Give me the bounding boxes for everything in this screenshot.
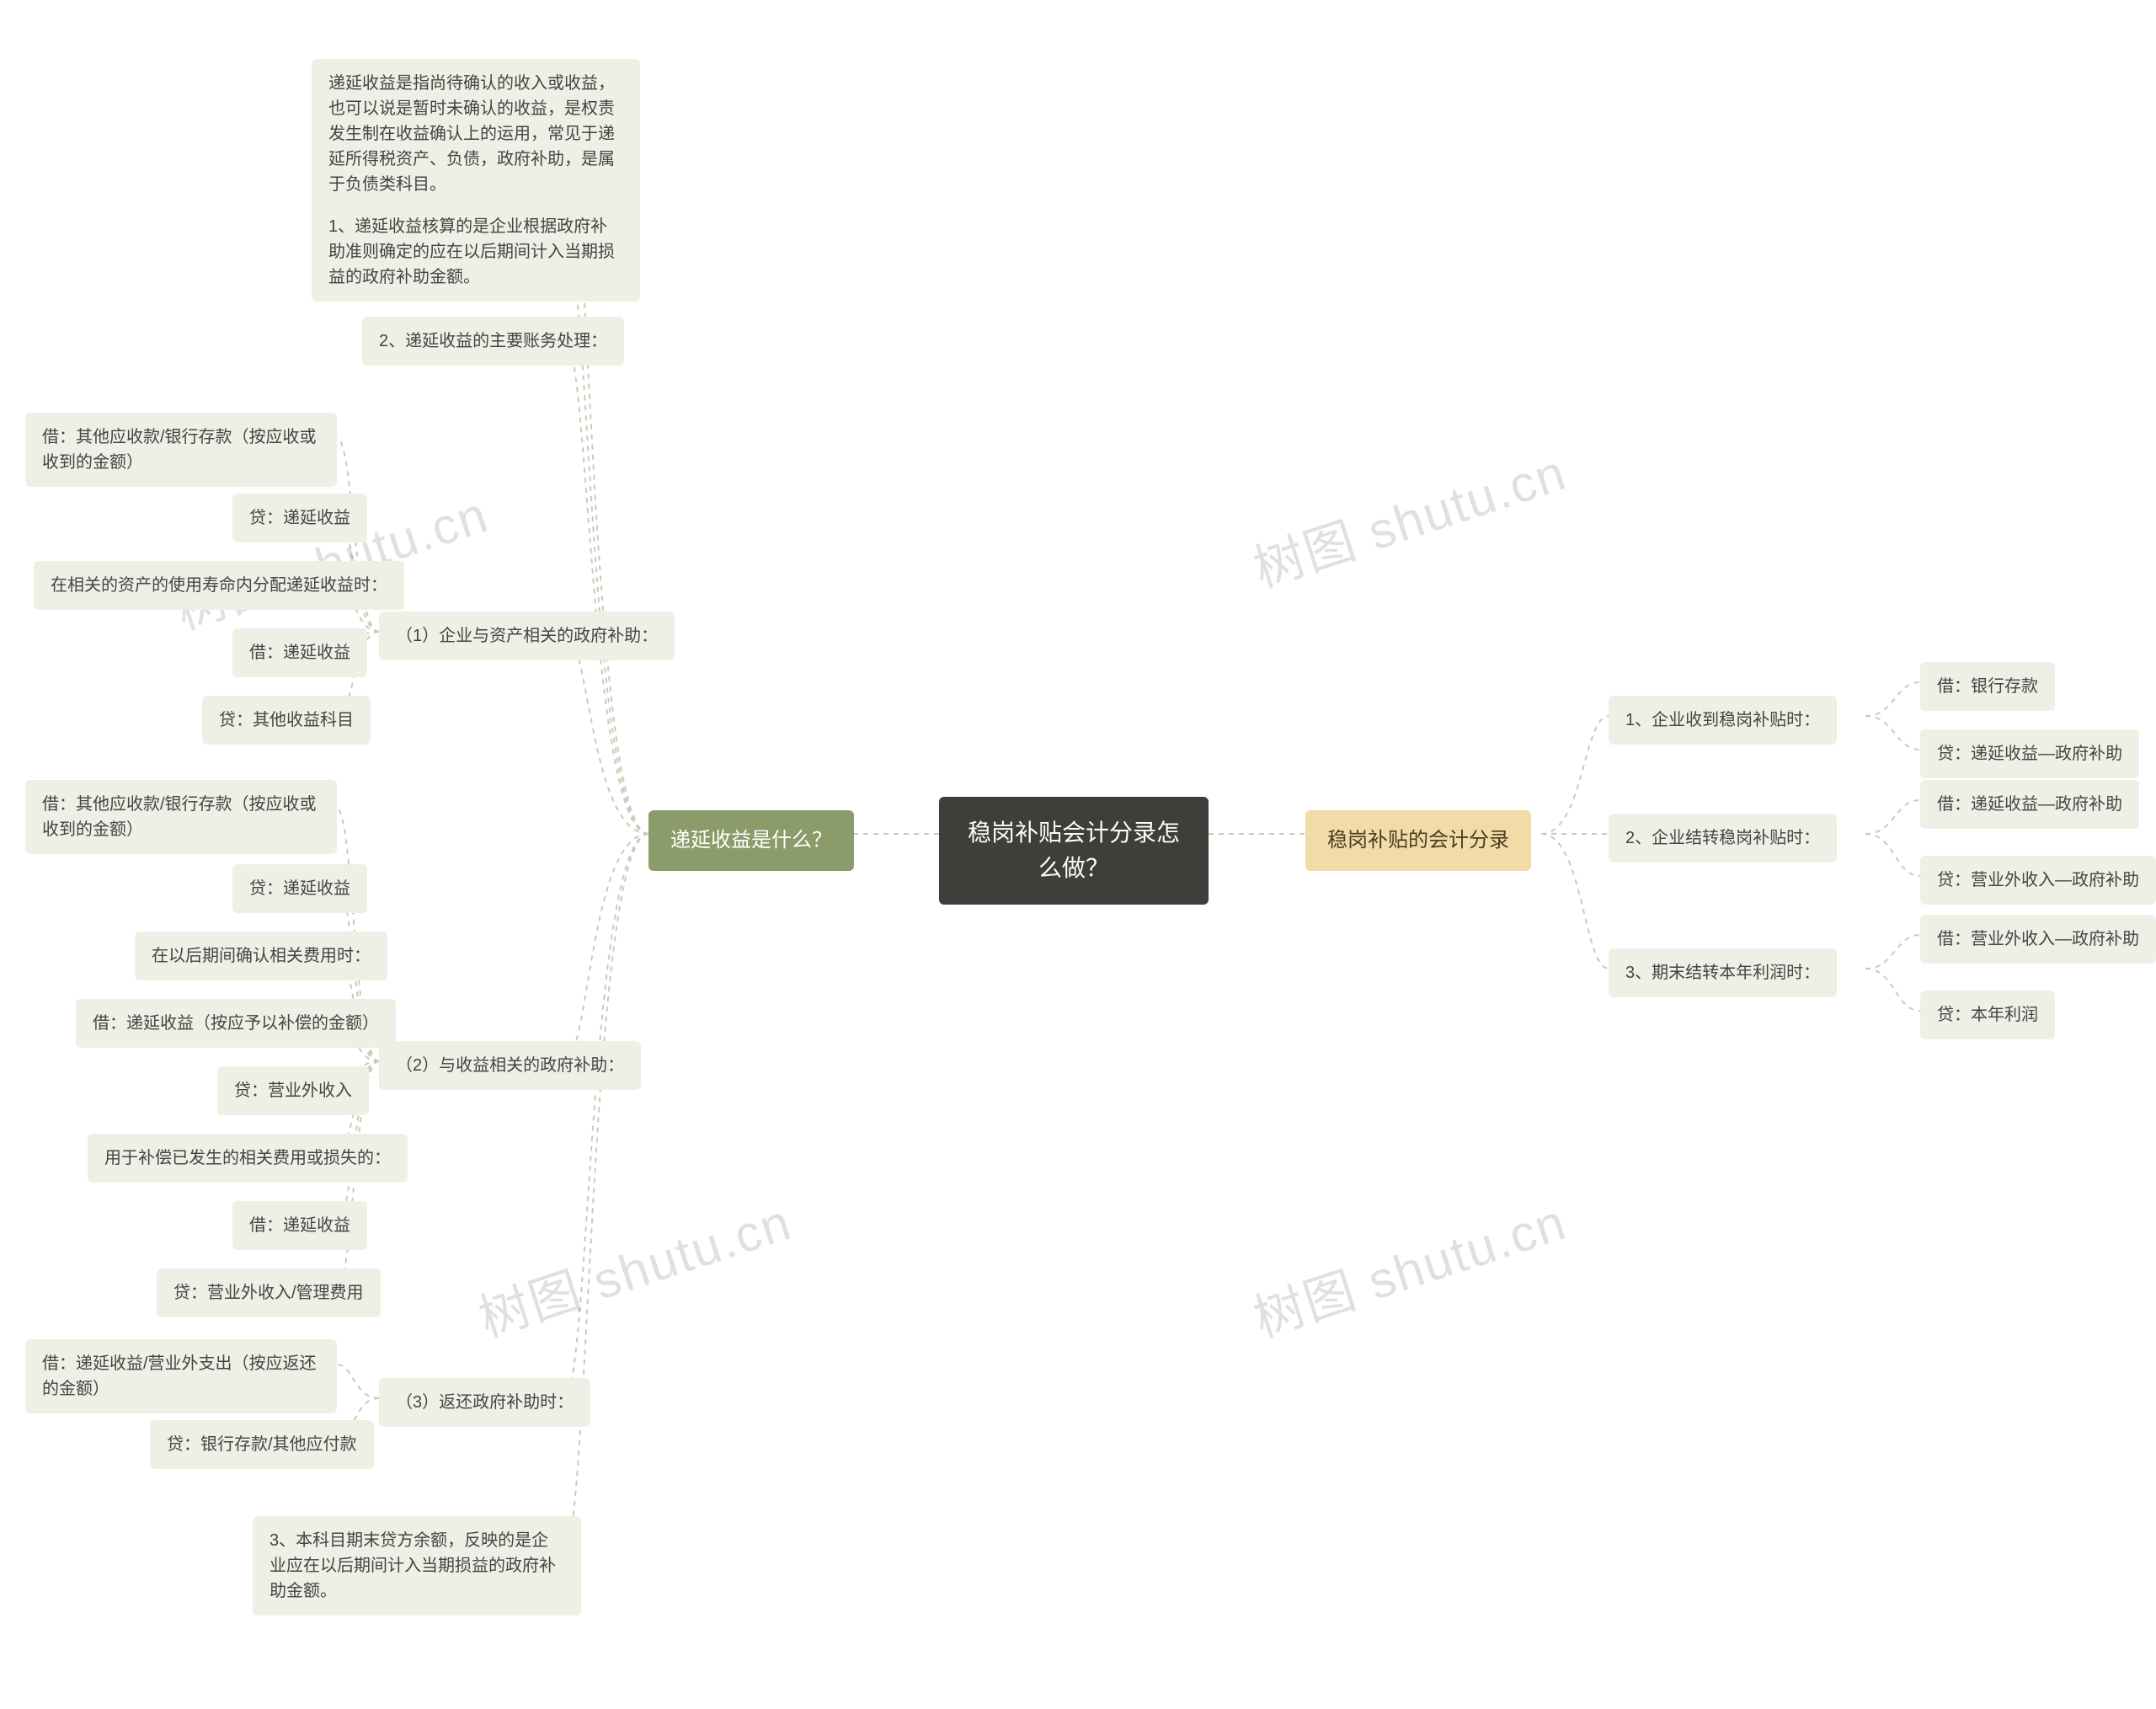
left-point3: 3、本科目期末贷方余额，反映的是企业应在以后期间计入当期损益的政府补助金额。 xyxy=(253,1516,581,1616)
root-node[interactable]: 稳岗补贴会计分录怎么做？ xyxy=(939,797,1209,905)
left-sub2-l1: 借：其他应收款/银行存款（按应收或收到的金额） xyxy=(25,780,337,854)
left-sub2-l4: 借：递延收益（按应予以补偿的金额） xyxy=(76,999,396,1048)
left-sub2-l3: 在以后期间确认相关费用时： xyxy=(135,932,387,980)
left-sub1-l2: 贷：递延收益 xyxy=(232,494,367,542)
right-r2-title[interactable]: 2、企业结转稳岗补贴时： xyxy=(1609,814,1837,863)
right-r1-title[interactable]: 1、企业收到稳岗补贴时： xyxy=(1609,696,1837,745)
branch-right[interactable]: 稳岗补贴的会计分录 xyxy=(1305,810,1531,871)
right-r2-l2: 贷：营业外收入—政府补助 xyxy=(1920,856,2156,905)
watermark: 树图 shutu.cn xyxy=(468,1182,800,1352)
watermark: 树图 shutu.cn xyxy=(1243,432,1575,602)
left-point2: 2、递延收益的主要账务处理： xyxy=(362,317,624,366)
left-sub1-l3: 在相关的资产的使用寿命内分配递延收益时： xyxy=(34,561,404,610)
left-sub2-l8: 贷：营业外收入/管理费用 xyxy=(157,1268,381,1317)
right-r3-l2: 贷：本年利润 xyxy=(1920,991,2055,1039)
branch-left[interactable]: 递延收益是什么？ xyxy=(648,810,854,871)
right-r3-title[interactable]: 3、期末结转本年利润时： xyxy=(1609,948,1837,997)
left-sub2-l6: 用于补偿已发生的相关费用或损失的： xyxy=(88,1134,408,1183)
left-sub1-l1: 借：其他应收款/银行存款（按应收或收到的金额） xyxy=(25,413,337,487)
left-sub1-title[interactable]: （1）企业与资产相关的政府补助： xyxy=(379,612,675,660)
left-sub3-title[interactable]: （3）返还政府补助时： xyxy=(379,1378,590,1427)
left-sub1-l5: 贷：其他收益科目 xyxy=(202,696,371,745)
left-intro: 递延收益是指尚待确认的收入或收益，也可以说是暂时未确认的收益，是权责发生制在收益… xyxy=(312,59,640,209)
right-r2-l1: 借：递延收益—政府补助 xyxy=(1920,780,2139,829)
right-r1-l1: 借：银行存款 xyxy=(1920,662,2055,711)
left-sub1-l4: 借：递延收益 xyxy=(232,628,367,677)
right-r1-l2: 贷：递延收益—政府补助 xyxy=(1920,729,2139,778)
left-sub2-l2: 贷：递延收益 xyxy=(232,864,367,913)
left-sub2-title[interactable]: （2）与收益相关的政府补助： xyxy=(379,1041,641,1090)
watermark: 树图 shutu.cn xyxy=(1243,1182,1575,1352)
left-sub3-l2: 贷：银行存款/其他应付款 xyxy=(150,1420,374,1469)
right-r3-l1: 借：营业外收入—政府补助 xyxy=(1920,915,2156,964)
left-sub3-l1: 借：递延收益/营业外支出（按应返还的金额） xyxy=(25,1339,337,1413)
left-sub2-l5: 贷：营业外收入 xyxy=(217,1066,369,1115)
left-point1: 1、递延收益核算的是企业根据政府补助准则确定的应在以后期间计入当期损益的政府补助… xyxy=(312,202,640,302)
left-sub2-l7: 借：递延收益 xyxy=(232,1201,367,1250)
